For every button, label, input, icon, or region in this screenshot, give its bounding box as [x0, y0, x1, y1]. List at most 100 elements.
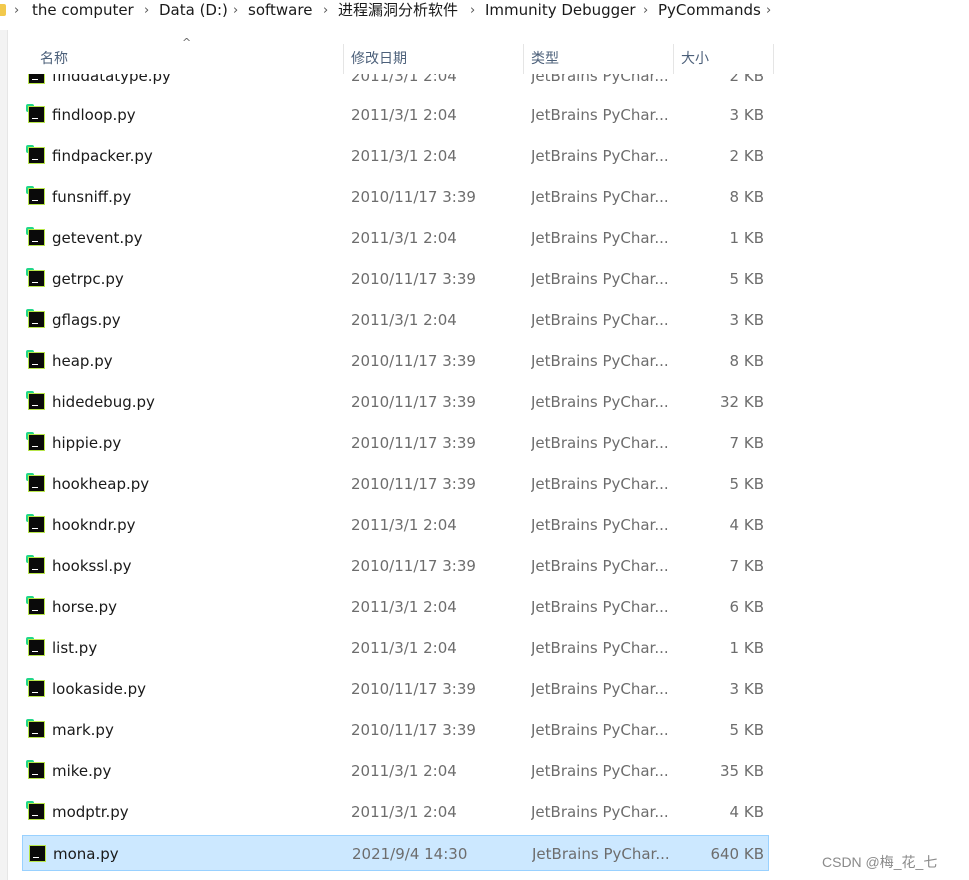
- file-modified-date: 2021/9/4 14:30: [352, 845, 468, 863]
- file-size: 1 KB: [729, 229, 764, 247]
- file-size: 3 KB: [729, 680, 764, 698]
- file-row[interactable]: findpacker.py 2011/3/1 2:04 JetBrains PyCh…: [22, 138, 769, 174]
- chevron-right-icon[interactable]: ›: [144, 1, 149, 21]
- file-size: 5 KB: [729, 721, 764, 739]
- file-row[interactable]: hookndr.py 2011/3/1 2:04 JetBrains PyChar.…: [22, 507, 769, 543]
- file-modified-date: 2011/3/1 2:04: [351, 516, 457, 534]
- breadcrumb-item-immunity-debugger[interactable]: Immunity Debugger: [485, 0, 636, 20]
- pycharm-file-icon: [26, 637, 45, 656]
- pycharm-file-icon: [26, 350, 45, 369]
- file-size: 2 KB: [729, 147, 764, 165]
- file-row[interactable]: getrpc.py 2010/11/17 3:39 JetBrains PyChar…: [22, 261, 769, 297]
- column-header-date[interactable]: 修改日期: [351, 44, 407, 74]
- file-type: JetBrains PyChar...: [531, 106, 669, 124]
- file-row[interactable]: mark.py 2010/11/17 3:39 JetBrains PyChar..…: [22, 712, 769, 748]
- file-row[interactable]: horse.py 2011/3/1 2:04 JetBrains PyChar...…: [22, 589, 769, 625]
- file-modified-date: 2010/11/17 3:39: [351, 270, 476, 288]
- file-type: JetBrains PyChar...: [531, 352, 669, 370]
- file-type: JetBrains PyChar...: [532, 845, 670, 863]
- chevron-right-icon[interactable]: ›: [233, 1, 238, 21]
- column-divider[interactable]: [673, 44, 674, 74]
- file-modified-date: 2011/3/1 2:04: [351, 598, 457, 616]
- pycharm-file-icon: [26, 432, 45, 451]
- file-name: findpacker.py: [52, 147, 153, 165]
- file-type: JetBrains PyChar...: [531, 557, 669, 575]
- file-row[interactable]: funsniff.py 2010/11/17 3:39 JetBrains PyCh…: [22, 179, 769, 215]
- chevron-right-icon[interactable]: ›: [14, 1, 19, 21]
- file-name: hookheap.py: [52, 475, 150, 493]
- chevron-right-icon[interactable]: ›: [470, 1, 475, 21]
- file-size: 4 KB: [729, 516, 764, 534]
- file-size: 3 KB: [729, 106, 764, 124]
- watermark: CSDN @梅_花_七: [822, 854, 938, 870]
- breadcrumb-item-pycommands[interactable]: PyCommands: [658, 0, 761, 20]
- file-modified-date: 2011/3/1 2:04: [351, 106, 457, 124]
- pycharm-file-icon: [26, 596, 45, 615]
- file-name: list.py: [52, 639, 98, 657]
- file-explorer-window: › the computer › Data (D:) › software › …: [0, 0, 969, 880]
- file-modified-date: 2011/3/1 2:04: [351, 147, 457, 165]
- chevron-right-icon[interactable]: ›: [323, 1, 328, 21]
- file-row[interactable]: hippie.py 2010/11/17 3:39 JetBrains PyChar…: [22, 425, 769, 461]
- breadcrumb: › the computer › Data (D:) › software › …: [0, 0, 969, 24]
- pycharm-file-icon: [27, 843, 46, 862]
- file-name: mona.py: [53, 845, 119, 863]
- file-size: 7 KB: [729, 557, 764, 575]
- chevron-right-icon[interactable]: ›: [643, 1, 648, 21]
- file-type: JetBrains PyChar...: [531, 762, 669, 780]
- file-row[interactable]: hookheap.py 2010/11/17 3:39 JetBrains PyCh…: [22, 466, 769, 502]
- file-type: JetBrains PyChar...: [531, 147, 669, 165]
- file-name: hookndr.py: [52, 516, 136, 534]
- file-name: lookaside.py: [52, 680, 147, 698]
- file-type: JetBrains PyChar...: [531, 229, 669, 247]
- file-row[interactable]: gflags.py 2011/3/1 2:04 JetBrains PyChar..…: [22, 302, 769, 338]
- file-row[interactable]: modptr.py 2011/3/1 2:04 JetBrains PyChar..…: [22, 794, 769, 830]
- file-modified-date: 2011/3/1 2:04: [351, 639, 457, 657]
- file-row[interactable]: findloop.py 2011/3/1 2:04 JetBrains PyChar…: [22, 97, 769, 133]
- pycharm-file-icon: [26, 678, 45, 697]
- file-row[interactable]: heap.py 2010/11/17 3:39 JetBrains PyChar..…: [22, 343, 769, 379]
- file-size: 35 KB: [720, 762, 764, 780]
- file-type: JetBrains PyChar...: [531, 639, 669, 657]
- file-row[interactable]: hidedebug.py 2010/11/17 3:39 JetBrains PyC…: [22, 384, 769, 420]
- chevron-right-icon[interactable]: ›: [766, 1, 771, 21]
- breadcrumb-item-software[interactable]: software: [248, 0, 312, 20]
- file-type: JetBrains PyChar...: [531, 188, 669, 206]
- file-modified-date: 2010/11/17 3:39: [351, 434, 476, 452]
- file-type: JetBrains PyChar...: [531, 803, 669, 821]
- file-type: JetBrains PyChar...: [531, 393, 669, 411]
- column-header-type[interactable]: 类型: [531, 44, 559, 74]
- breadcrumb-item-vuln-analysis[interactable]: 进程漏洞分析软件: [338, 0, 458, 20]
- file-list: finddatatype.py 2011/3/1 2:04 JetBrains Py…: [0, 74, 969, 880]
- file-name: heap.py: [52, 352, 113, 370]
- column-header-size[interactable]: 大小: [681, 44, 709, 74]
- file-modified-date: 2011/3/1 2:04: [351, 311, 457, 329]
- file-row[interactable]: getevent.py 2011/3/1 2:04 JetBrains PyChar…: [22, 220, 769, 256]
- pycharm-file-icon: [26, 104, 45, 123]
- pycharm-file-icon: [26, 309, 45, 328]
- file-type: JetBrains PyChar...: [531, 270, 669, 288]
- column-divider[interactable]: [343, 44, 344, 74]
- file-size: 5 KB: [729, 475, 764, 493]
- file-name: mark.py: [52, 721, 114, 739]
- file-modified-date: 2010/11/17 3:39: [351, 352, 476, 370]
- column-divider[interactable]: [523, 44, 524, 74]
- file-size: 3 KB: [729, 311, 764, 329]
- breadcrumb-item-data-drive[interactable]: Data (D:): [159, 0, 228, 20]
- column-header-name[interactable]: 名称: [40, 44, 68, 74]
- file-size: 8 KB: [729, 352, 764, 370]
- file-row[interactable]: hookssl.py 2010/11/17 3:39 JetBrains PyCha…: [22, 548, 769, 584]
- breadcrumb-item-computer[interactable]: the computer: [32, 0, 134, 20]
- file-row[interactable]: mike.py 2011/3/1 2:04 JetBrains PyChar... 3…: [22, 753, 769, 789]
- file-type: JetBrains PyChar...: [531, 434, 669, 452]
- column-divider[interactable]: [773, 44, 774, 74]
- pycharm-file-icon: [26, 514, 45, 533]
- file-size: 6 KB: [729, 598, 764, 616]
- file-row[interactable]: lookaside.py 2010/11/17 3:39 JetBrains PyC…: [22, 671, 769, 707]
- file-name: horse.py: [52, 598, 118, 616]
- pycharm-file-icon: [26, 760, 45, 779]
- pycharm-file-icon: [26, 801, 45, 820]
- file-row[interactable]: mona.py 2021/9/4 14:30 JetBrains PyChar...…: [22, 835, 769, 871]
- file-row[interactable]: list.py 2011/3/1 2:04 JetBrains PyChar... 1…: [22, 630, 769, 666]
- file-type: JetBrains PyChar...: [531, 598, 669, 616]
